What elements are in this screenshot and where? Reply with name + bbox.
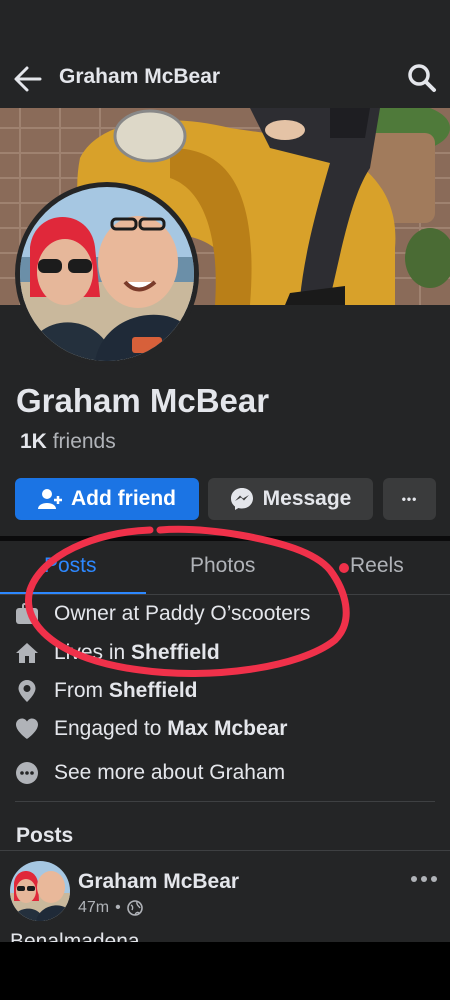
message-label: Message [262, 487, 352, 510]
top-app-bar: Graham McBear [0, 45, 450, 110]
add-friend-label: Add friend [71, 487, 176, 510]
about-work-text: Owner at Paddy O’scooters [54, 602, 311, 625]
about-item-see-more[interactable]: See more about Graham [0, 758, 450, 788]
post-time[interactable]: 47m [78, 899, 109, 917]
more-options-button[interactable]: ••• [383, 478, 436, 520]
arrow-left-icon[interactable] [12, 63, 44, 95]
about-item-from[interactable]: From Sheffield [0, 676, 450, 706]
profile-picture[interactable] [20, 187, 194, 361]
status-bar [0, 0, 450, 45]
post-text: Benalmadena [10, 930, 140, 942]
more-dots-icon [16, 762, 38, 784]
about-lives-place[interactable]: Sheffield [131, 641, 220, 664]
tab-reels[interactable]: Reels [350, 554, 404, 578]
tab-photos[interactable]: Photos [190, 554, 255, 578]
posts-heading: Posts [16, 824, 74, 847]
about-divider [15, 801, 435, 802]
add-friend-button[interactable]: Add friend [15, 478, 199, 520]
post-meta-separator: • [115, 899, 121, 916]
tabs-border [0, 594, 450, 595]
friends-count-label: friends [52, 430, 116, 453]
post-author-name[interactable]: Graham McBear [78, 870, 239, 894]
tab-posts[interactable]: Posts [44, 554, 97, 578]
about-relationship-partner[interactable]: Max Mcbear [167, 717, 287, 740]
see-more-about-text: See more about Graham [54, 761, 286, 784]
profile-tabs: Posts Photos Reels [0, 541, 450, 595]
page-title: Graham McBear [59, 65, 221, 88]
friends-count-value: 1K [20, 430, 47, 453]
briefcase-icon [16, 603, 38, 624]
message-button[interactable]: Message [208, 478, 373, 520]
about-item-relationship[interactable]: Engaged to Max Mcbear [0, 714, 450, 744]
about-lives-prefix: Lives in [54, 641, 132, 664]
system-navigation-bar [0, 942, 450, 1000]
globe-icon [126, 900, 143, 916]
search-icon[interactable] [406, 62, 438, 94]
profile-name: Graham McBear [16, 382, 270, 419]
more-dots-label: ••• [401, 492, 418, 506]
post-meta: 47m • [78, 899, 143, 917]
about-from-prefix: From [54, 679, 109, 702]
home-icon [16, 643, 38, 663]
friends-count[interactable]: 1K friends [20, 430, 116, 454]
post-options-icon[interactable] [410, 872, 438, 886]
about-item-work[interactable]: Owner at Paddy O’scooters [0, 599, 450, 629]
posts-divider [0, 850, 450, 851]
add-user-icon [38, 489, 62, 509]
location-pin-icon [18, 680, 36, 702]
about-from-place[interactable]: Sheffield [109, 679, 198, 702]
post-author-avatar[interactable] [10, 861, 70, 921]
messenger-icon [230, 488, 253, 510]
about-item-lives[interactable]: Lives in Sheffield [0, 638, 450, 668]
about-relationship-prefix: Engaged to [54, 717, 168, 740]
heart-icon [16, 718, 38, 739]
